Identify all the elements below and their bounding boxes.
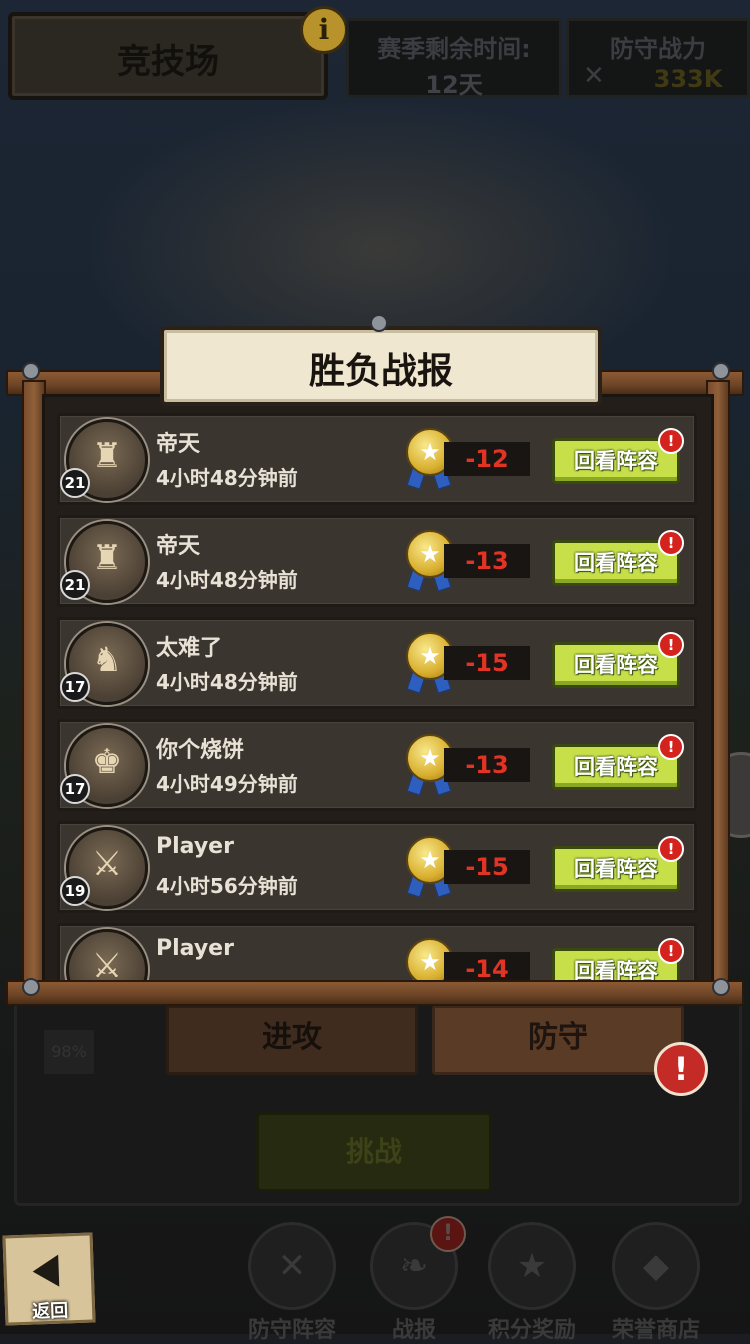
battle-time: 4小时48分钟前 (156, 466, 298, 490)
list-item: ♜ 21 帝天 4小时48分钟前 ★ -13 回看阵容 ! (57, 515, 697, 607)
nail-icon (712, 978, 730, 996)
nav-label: 防守阵容 (247, 1318, 336, 1343)
battle-time: 4小时56分钟前 (156, 874, 298, 898)
nav-label: 积分奖励 (487, 1318, 576, 1343)
player-name: Player (156, 936, 234, 961)
gem-icon: ◆ (612, 1222, 700, 1310)
score-change: -15 (444, 850, 530, 884)
player-name: 帝天 (156, 534, 201, 559)
battle-time: 4小时48分钟前 (156, 670, 298, 694)
back-button[interactable]: 返回 (2, 1232, 96, 1326)
score-change: -12 (444, 442, 530, 476)
player-name: 太难了 (156, 636, 223, 661)
nav-points-reward[interactable]: ★ 积分奖励 (482, 1222, 582, 1343)
alert-icon: ! (658, 836, 684, 862)
battle-report-list[interactable]: ♜ 21 帝天 4小时48分钟前 ★ -12 回看阵容 ! ♜ 21 帝天 4小… (42, 394, 714, 984)
medal-icon: ★ (488, 1222, 576, 1310)
arena-title-plank: 竞技场 (8, 12, 328, 100)
level-badge: 21 (60, 570, 90, 600)
nav-honor-shop[interactable]: ◆ 荣誉商店 (606, 1222, 706, 1343)
progress-percent: 98% (44, 1030, 94, 1074)
alert-icon: ! (658, 632, 684, 658)
alert-icon: ! (658, 428, 684, 454)
back-label: 返回 (31, 1300, 69, 1323)
nav-alert-icon: ! (430, 1216, 466, 1252)
power-label: 防守战力 (610, 35, 706, 63)
nav-label: 荣誉商店 (611, 1318, 700, 1343)
tab-defend[interactable]: 防守 (432, 1005, 684, 1075)
list-item: ⚔ Player ★ -14 回看阵容 ! (57, 923, 697, 981)
level-badge: 21 (60, 468, 90, 498)
tab-attack[interactable]: 进攻 (166, 1005, 418, 1075)
nail-icon (22, 978, 40, 996)
nav-defense-lineup[interactable]: ✕ 防守阵容 (242, 1222, 342, 1343)
level-badge: 17 (60, 774, 90, 804)
list-item: ⚔ 19 Player 4小时56分钟前 ★ -15 回看阵容 ! (57, 821, 697, 913)
swordsman-avatar-icon[interactable]: ⚔ (66, 929, 148, 981)
nail-icon (370, 314, 388, 332)
alert-icon: ! (658, 530, 684, 556)
alert-icon: ! (658, 938, 684, 964)
season-label: 赛季剩余时间: (377, 35, 531, 63)
challenge-button[interactable]: 挑战 (256, 1112, 492, 1192)
nav-label: 战报 (391, 1318, 436, 1343)
level-badge: 19 (60, 876, 90, 906)
alert-icon: ! (658, 734, 684, 760)
player-name: Player (156, 834, 234, 859)
back-arrow-icon (32, 1254, 60, 1288)
nail-icon (22, 362, 40, 380)
score-change: -13 (444, 748, 530, 782)
battle-time: 4小时48分钟前 (156, 568, 298, 592)
player-name: 你个烧饼 (156, 738, 245, 763)
battle-time: 4小时49分钟前 (156, 772, 298, 796)
list-item: ♚ 17 你个烧饼 4小时49分钟前 ★ -13 回看阵容 ! (57, 719, 697, 811)
defense-power-box: 防守战力 ✕ 333K (566, 18, 750, 98)
season-value: 12天 (425, 71, 483, 99)
info-icon[interactable]: i (300, 6, 348, 54)
modal-title: 胜负战报 (308, 351, 453, 392)
nail-icon (712, 362, 730, 380)
score-change: -15 (444, 646, 530, 680)
player-name: 帝天 (156, 432, 201, 457)
power-value: 333K (653, 65, 723, 93)
modal-title-plate: 胜负战报 (160, 326, 602, 406)
score-change: -13 (444, 544, 530, 578)
arena-title: 竞技场 (117, 42, 219, 82)
season-time-box: 赛季剩余时间: 12天 (346, 18, 562, 99)
shield-icon: ✕ (248, 1222, 336, 1310)
defend-alert-icon: ! (654, 1042, 708, 1096)
list-item: ♞ 17 太难了 4小时48分钟前 ★ -15 回看阵容 ! (57, 617, 697, 709)
level-badge: 17 (60, 672, 90, 702)
frame-bottom-rail (6, 980, 744, 1006)
list-item: ♜ 21 帝天 4小时48分钟前 ★ -12 回看阵容 ! (57, 413, 697, 505)
crossed-swords-icon: ✕ (583, 61, 605, 91)
